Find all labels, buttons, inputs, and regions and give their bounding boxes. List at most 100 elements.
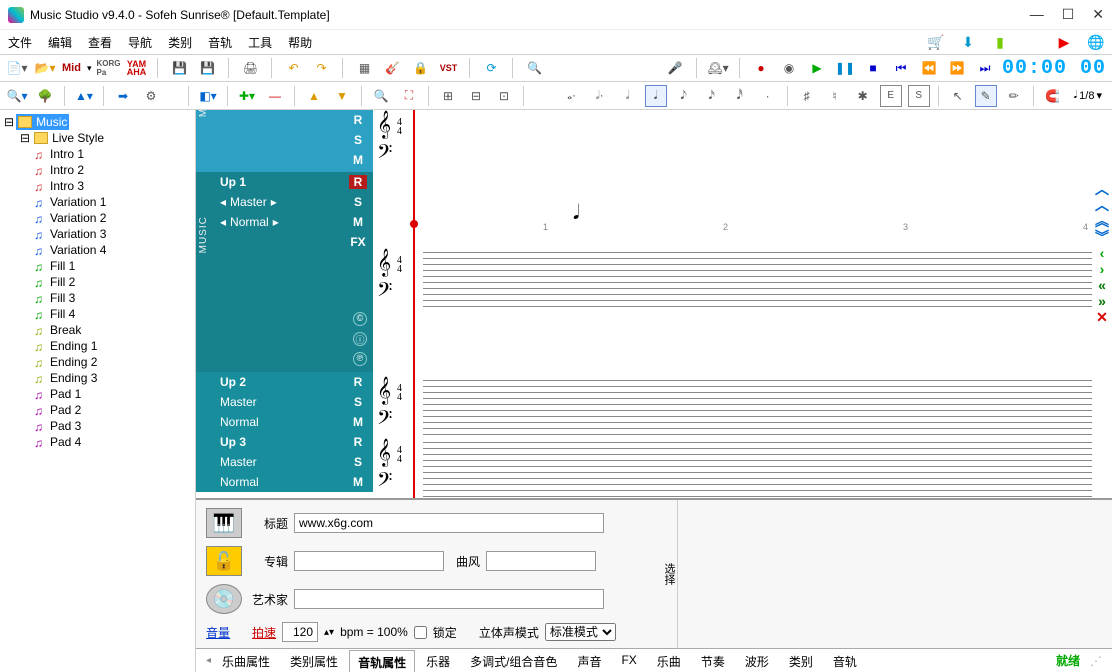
new-button[interactable]: 📄▾ <box>6 57 28 79</box>
refresh-button[interactable]: ⟳ <box>480 57 502 79</box>
artist-input[interactable] <box>294 589 604 609</box>
skip-start-button[interactable]: ⏮ <box>890 57 912 79</box>
scroll-up2-icon[interactable]: ︿ <box>1095 198 1109 212</box>
r-button[interactable]: R <box>349 375 367 389</box>
download-icon[interactable]: ⬇ <box>960 34 976 50</box>
tree-leaf[interactable]: Variation 2 <box>32 210 191 226</box>
s-button[interactable]: S <box>349 195 367 209</box>
resize-grip[interactable]: ⋰ <box>1090 654 1102 668</box>
tree-leaf[interactable]: Pad 2 <box>32 402 191 418</box>
note-eighth[interactable]: 𝅘𝅥𝅮 <box>673 85 695 107</box>
bpm-input[interactable] <box>282 622 318 642</box>
cart-icon[interactable]: 🛒 <box>928 34 944 50</box>
genre-input[interactable] <box>486 551 596 571</box>
tree-leaf[interactable]: Fill 3 <box>32 290 191 306</box>
m-button[interactable]: M <box>349 153 367 167</box>
tree-leaf[interactable]: Variation 4 <box>32 242 191 258</box>
track-up2[interactable]: Up 2R MasterS NormalM <box>196 372 373 432</box>
minimize-button[interactable]: — <box>1030 6 1044 23</box>
scroll-dup-icon[interactable]: ︽ <box>1095 214 1109 228</box>
r-button[interactable]: R <box>349 113 367 127</box>
snap-fraction[interactable]: 𝅘𝅥 1/8 ▾ <box>1070 88 1106 103</box>
guitar-icon[interactable]: 🎸 <box>381 57 403 79</box>
p-icon[interactable]: ℗ <box>353 352 367 366</box>
remove-button[interactable]: — <box>264 85 286 107</box>
s-button[interactable]: S <box>349 455 367 469</box>
scroll-up-icon[interactable]: ︿ <box>1095 182 1109 196</box>
tab-多调式/组合音色[interactable]: 多调式/组合音色 <box>461 649 566 672</box>
erase-tool[interactable]: ✏ <box>1003 85 1025 107</box>
tab-乐器[interactable]: 乐器 <box>417 649 459 672</box>
grid-button[interactable]: ▦ <box>353 57 375 79</box>
tab-音轨属性[interactable]: 音轨属性 <box>349 650 415 672</box>
record-button[interactable]: ● <box>750 57 772 79</box>
tree-leaf[interactable]: Intro 3 <box>32 178 191 194</box>
up-button[interactable]: ▲ <box>303 85 325 107</box>
fit-button[interactable]: ⛶ <box>398 85 420 107</box>
natural-button[interactable]: ♮ <box>824 85 846 107</box>
nav-dleft-icon[interactable]: « <box>1098 278 1106 292</box>
tree-leaf[interactable]: Pad 4 <box>32 434 191 450</box>
title-input[interactable] <box>294 513 604 533</box>
record-alt-button[interactable]: ◉ <box>778 57 800 79</box>
nav-dright-icon[interactable]: » <box>1098 294 1106 308</box>
fx-button[interactable]: FX <box>349 235 367 249</box>
lock-checkbox[interactable] <box>414 626 427 639</box>
apple-icon[interactable] <box>1024 34 1040 50</box>
tab-乐曲属性[interactable]: 乐曲属性 <box>213 649 279 672</box>
tree-leaf[interactable]: Ending 1 <box>32 338 191 354</box>
tree-leaf[interactable]: Variation 3 <box>32 226 191 242</box>
nav-right-icon[interactable]: › <box>1100 262 1105 276</box>
staff-area[interactable]: 𝄞44 𝄢 1 2 3 4 𝅘𝅥 𝄞44 𝄢 𝄞44 𝄢 𝄞44 <box>373 110 1092 498</box>
print-button[interactable]: 🖨 <box>239 57 261 79</box>
note-quarter[interactable]: 𝅘𝅥 <box>645 85 667 107</box>
zoom-out-button[interactable]: 🔍▾ <box>6 85 28 107</box>
ruler-b[interactable]: ⊟ <box>465 85 487 107</box>
zoom-button[interactable]: 🔍 <box>370 85 392 107</box>
tree-leaf[interactable]: Fill 2 <box>32 274 191 290</box>
open-button[interactable]: 📂▾ <box>34 57 56 79</box>
s-button[interactable]: S <box>349 133 367 147</box>
note-sixteenth[interactable]: 𝅘𝅥𝅯 <box>701 85 723 107</box>
copyright-icon[interactable]: © <box>353 312 367 326</box>
search-button[interactable]: 🔍 <box>523 57 545 79</box>
star-button[interactable]: ✱ <box>852 85 874 107</box>
korg-icon[interactable]: KORGPa <box>97 57 119 79</box>
tree-icon[interactable]: 🌳 <box>34 85 56 107</box>
ruler-a[interactable]: ⊞ <box>437 85 459 107</box>
mode-select[interactable]: 标准模式 <box>545 623 616 641</box>
settings-icon[interactable]: ⚙ <box>140 85 162 107</box>
pointer-tool[interactable]: ↖ <box>947 85 969 107</box>
pause-button[interactable]: ❚❚ <box>834 57 856 79</box>
tab-类别[interactable]: 类别 <box>780 649 822 672</box>
s-button[interactable]: S <box>349 395 367 409</box>
lock-icon[interactable]: 🔒 <box>409 57 431 79</box>
tree-leaf[interactable]: Variation 1 <box>32 194 191 210</box>
draw-tool[interactable]: ✎ <box>975 85 997 107</box>
note-half[interactable]: 𝅗𝅥 <box>617 85 639 107</box>
close-button[interactable]: ✕ <box>1092 6 1104 23</box>
tree-leaf[interactable]: Ending 2 <box>32 354 191 370</box>
nav-left-icon[interactable]: ‹ <box>1100 246 1105 260</box>
s-button[interactable]: S <box>908 85 930 107</box>
tab-类别属性[interactable]: 类别属性 <box>281 649 347 672</box>
tree-root[interactable]: Music <box>16 114 69 130</box>
goto-button[interactable]: ➡ <box>112 85 134 107</box>
lock-icon[interactable]: 🔓 <box>206 546 242 576</box>
android-icon[interactable]: ▮ <box>992 34 1008 50</box>
playhead[interactable] <box>413 110 415 498</box>
track-up1[interactable]: MUSIC Up 1R MasterS NormalM FX © ⓘ ℗ <box>196 172 373 372</box>
stop-button[interactable]: ■ <box>862 57 884 79</box>
tempo-link[interactable]: 拍速 <box>252 624 276 641</box>
globe-icon[interactable]: 🌐 <box>1088 34 1104 50</box>
tree-leaf[interactable]: Fill 1 <box>32 258 191 274</box>
yamaha-icon[interactable]: YAMAHA <box>125 57 147 79</box>
volume-link[interactable]: 音量 <box>206 624 230 641</box>
close-track-icon[interactable]: ✕ <box>1096 310 1108 324</box>
note-half-dot[interactable]: 𝅗𝅥· <box>589 85 611 107</box>
track-master[interactable]: MASTER R S M <box>196 110 373 172</box>
info-icon[interactable]: ⓘ <box>353 332 367 346</box>
down-button[interactable]: ▼ <box>331 85 353 107</box>
tab-乐曲[interactable]: 乐曲 <box>648 649 690 672</box>
note-32[interactable]: 𝅘𝅥𝅰 <box>729 85 751 107</box>
